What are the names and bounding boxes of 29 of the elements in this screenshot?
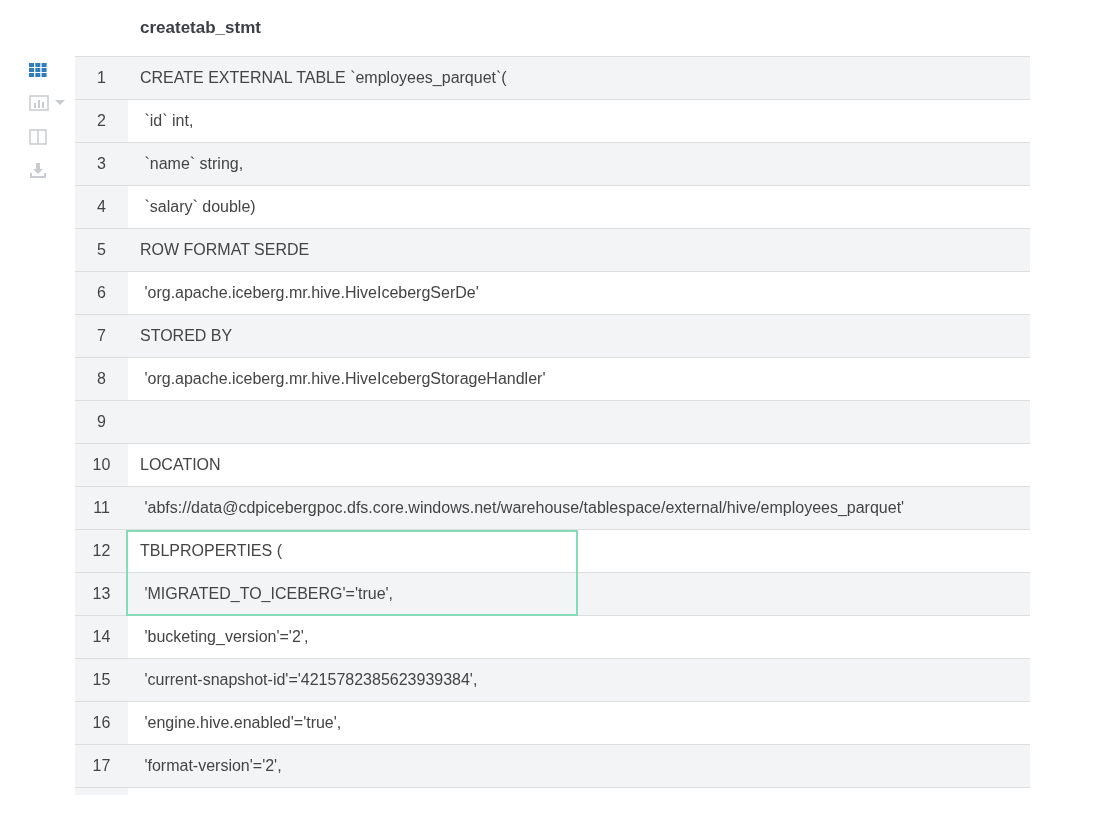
- row-number: 10: [75, 444, 128, 486]
- download-icon[interactable]: [29, 163, 47, 179]
- row-number: 4: [75, 186, 128, 228]
- row-number: 14: [75, 616, 128, 658]
- row-number: 12: [75, 530, 128, 572]
- bar-chart-icon[interactable]: [29, 95, 67, 111]
- row-number: 6: [75, 272, 128, 314]
- table-cell-text: 'MIGRATED_TO_ICEBERG'='true',: [143, 585, 394, 603]
- row-number: 16: [75, 702, 128, 744]
- table-cell-text: 'current-snapshot-id'='4215782385623939384',: [143, 671, 478, 689]
- table-cell: LOCATION: [140, 456, 221, 474]
- table-cell-text: 'format-version'='2',: [143, 757, 282, 775]
- columns-icon[interactable]: [29, 129, 47, 145]
- table-cell-text: `id` int,: [143, 112, 194, 130]
- table-cell: STORED BY: [140, 327, 233, 345]
- table-cell-text: 'abfs://data@cdpicebergpoc.dfs.core.windows.net/warehouse/tablespace/external/hive/employees_parquet': [143, 499, 905, 517]
- table-cell: ROW FORMAT SERDE: [140, 241, 310, 259]
- table-cell-text: 'org.apache.iceberg.mr.hive.HiveIcebergSerDe': [143, 284, 479, 302]
- table-cell-text: `name` string,: [143, 155, 244, 173]
- row-number: 8: [75, 358, 128, 400]
- table-cell: TBLPROPERTIES (: [140, 542, 282, 560]
- grid-icon[interactable]: [29, 63, 47, 77]
- column-header[interactable]: createtab_stmt: [140, 18, 261, 38]
- table-cell-text: 'engine.hive.enabled'='true',: [143, 714, 342, 732]
- table-cell-text: 'bucketing_version'='2',: [143, 628, 309, 646]
- table-cell-text: 'org.apache.iceberg.mr.hive.HiveIcebergStorageHandler': [143, 370, 546, 388]
- table-cell-text: `salary` double): [143, 198, 256, 216]
- table-cell: CREATE EXTERNAL TABLE `employees_parquet`(: [140, 69, 507, 87]
- row-number: 2: [75, 100, 128, 142]
